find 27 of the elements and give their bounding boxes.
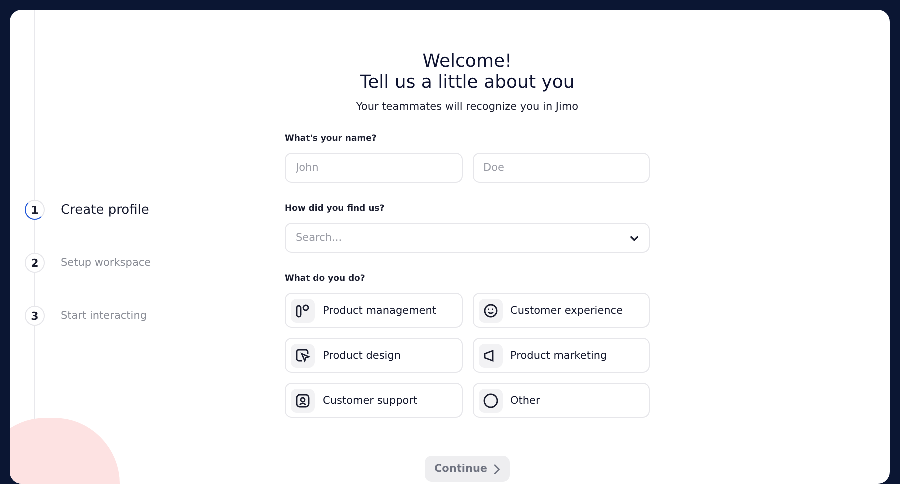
last-name-field[interactable]: Doe	[472, 153, 650, 183]
smiley-icon	[482, 302, 498, 318]
step-label: Setup workspace	[61, 257, 152, 269]
role-option[interactable]: Customer experience	[472, 293, 650, 328]
user-frame-icon	[295, 392, 311, 408]
step-number: 3	[25, 306, 45, 326]
subtitle: Your teammates will recognize you in Jimo	[355, 101, 580, 113]
role-option[interactable]: Customer support	[285, 383, 462, 418]
step-label: Start interacting	[61, 310, 148, 322]
welcome-heading: Welcome! Tell us a little about you	[359, 51, 576, 93]
cursor-frame-icon	[295, 348, 311, 364]
role-option[interactable]: Other	[472, 383, 650, 418]
source-select[interactable]: Search...	[285, 223, 650, 253]
step-number: 2	[25, 253, 45, 273]
role-option[interactable]: Product management	[285, 293, 462, 328]
chevron-down-icon	[629, 233, 640, 244]
megaphone-icon	[482, 348, 498, 364]
name-label: What's your name?	[285, 134, 378, 144]
chevron-right-icon	[492, 464, 501, 474]
step-number: 1	[25, 200, 45, 220]
source-label: How did you find us?	[285, 204, 386, 214]
role-label: What do you do?	[285, 274, 366, 284]
circle-icon	[482, 392, 498, 408]
step-label: Create profile	[61, 202, 150, 218]
role-option[interactable]: Product marketing	[472, 338, 650, 373]
role-option[interactable]: Product design	[285, 338, 462, 373]
bars-icon	[295, 302, 311, 318]
